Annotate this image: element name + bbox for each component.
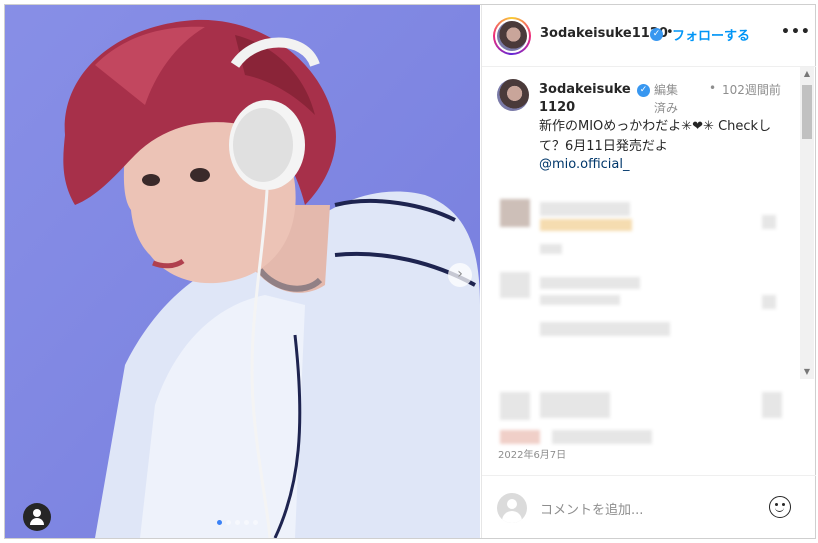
add-comment-bar: コメントを追加... xyxy=(482,475,816,539)
verified-badge-icon: ✓ xyxy=(637,84,650,97)
post-header: 3odakeisuke1120 ✓ • フォローする ••• xyxy=(482,5,816,67)
blurred-comment-avatar xyxy=(500,272,530,298)
carousel-dot-active xyxy=(217,520,222,525)
caption-timestamp[interactable]: 102週間前 xyxy=(722,81,792,99)
header-username[interactable]: 3odakeisuke1120 xyxy=(540,26,668,41)
comment-input[interactable]: コメントを追加... xyxy=(540,499,643,518)
carousel-indicator xyxy=(217,520,258,525)
comments-scrollbar[interactable]: ▲ ▼ xyxy=(800,67,814,379)
verified-badge-icon: ✓ xyxy=(650,28,663,41)
carousel-dot xyxy=(226,520,231,525)
mention-link[interactable]: @mio.official_ xyxy=(539,157,630,172)
blurred-comment-text xyxy=(540,277,640,289)
scroll-down-arrow[interactable]: ▼ xyxy=(800,365,814,379)
blurred-comment-meta xyxy=(500,430,540,444)
blurred-comment-avatar xyxy=(500,199,530,227)
blurred-like-icon xyxy=(762,295,776,309)
blurred-comment-avatar xyxy=(500,392,530,420)
post-sidebar: 3odakeisuke1120 ✓ • フォローする ••• 3odakeisu… xyxy=(481,5,816,538)
blurred-like-icon xyxy=(762,215,776,229)
follow-button[interactable]: フォローする xyxy=(672,25,750,44)
emoji-picker-icon[interactable] xyxy=(769,496,791,518)
caption-bullet: • xyxy=(709,81,717,95)
blurred-comment-text xyxy=(540,295,620,305)
scroll-thumb[interactable] xyxy=(802,85,812,139)
blurred-comment-text xyxy=(540,392,610,418)
next-photo-button[interactable]: › xyxy=(448,263,472,287)
current-user-avatar xyxy=(497,493,527,523)
blurred-comment-meta xyxy=(552,430,652,444)
caption-username[interactable]: 3odakeisuke1120 xyxy=(539,81,631,117)
blurred-comment-meta xyxy=(540,244,562,254)
blurred-comment-text xyxy=(540,202,630,216)
more-options-icon[interactable]: ••• xyxy=(781,24,811,40)
carousel-dot xyxy=(253,520,258,525)
header-avatar-story-ring[interactable] xyxy=(493,17,531,55)
post-photo[interactable]: › xyxy=(5,5,480,538)
carousel-dot xyxy=(235,520,240,525)
header-avatar xyxy=(497,21,527,51)
edited-label: 編集済み xyxy=(654,83,679,115)
caption-text: 新作のMIOめっかわだよ✳︎❤︎✳︎ Checkして？6月11日発売だよ xyxy=(539,119,772,154)
scroll-up-arrow[interactable]: ▲ xyxy=(800,67,814,81)
blurred-comment-meta xyxy=(540,322,670,336)
comments-section[interactable]: 3odakeisuke1120 ✓ 編集済み • 102週間前 新作のMIOめっ… xyxy=(482,67,816,450)
tagged-users-icon[interactable] xyxy=(23,503,51,531)
carousel-dot xyxy=(244,520,249,525)
blurred-comment-text xyxy=(540,219,632,231)
post-date[interactable]: 2022年6月7日 xyxy=(498,446,566,461)
caption-avatar[interactable] xyxy=(497,79,529,111)
portrait-illustration xyxy=(5,5,480,538)
blurred-like-icon xyxy=(762,392,782,418)
